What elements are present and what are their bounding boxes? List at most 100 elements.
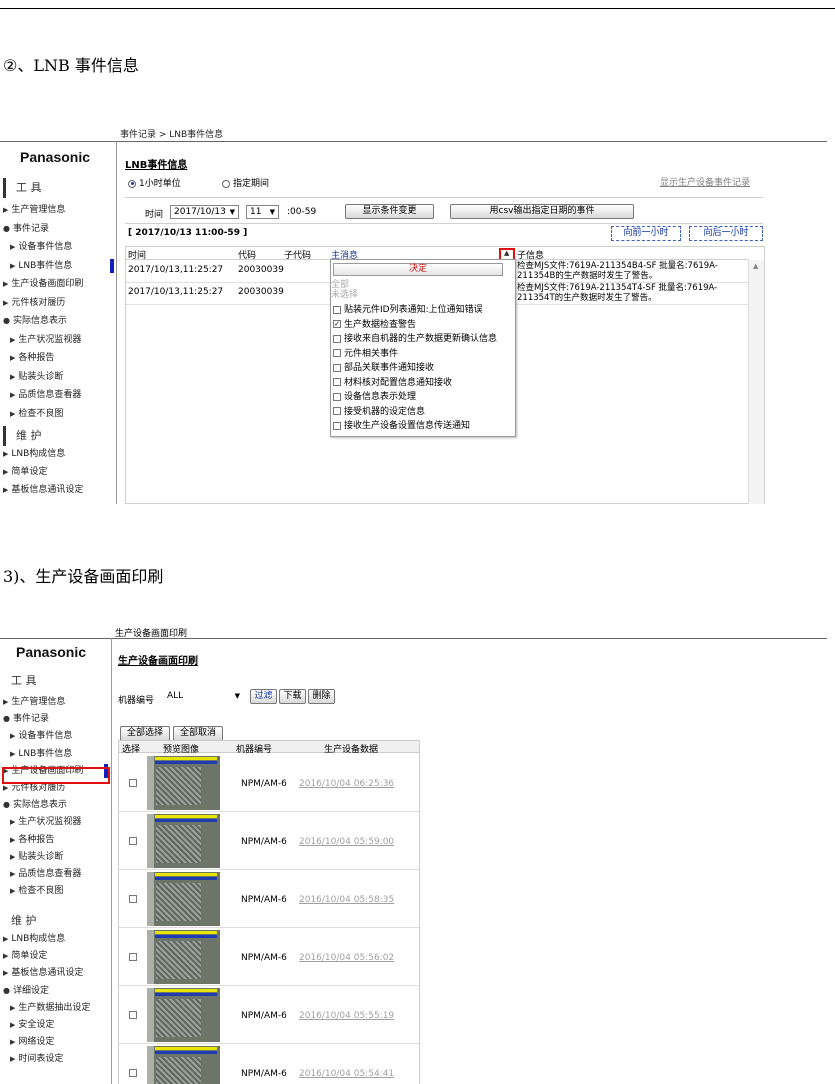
previous-hour-button[interactable]: 向前一小时 [611,226,681,241]
col-header-machine: 机器编号 [236,745,273,755]
hour-select[interactable]: 11 ▼ [246,205,279,219]
sidebar-item[interactable]: ▶ 检查不良图 [0,884,63,898]
filter-option[interactable]: 材料核对配置信息通知接收 [333,375,452,388]
filter-option[interactable]: 元件相关事件 [333,346,398,359]
row-checkbox[interactable] [129,1011,137,1019]
checkbox[interactable] [333,378,341,386]
sidebar-item[interactable]: ▶ 贴装头诊断 [0,850,63,864]
sidebar-item[interactable]: ▶ LNB事件信息 [0,259,72,273]
section-heading-print: 3)、生产设备画面印刷 [3,567,164,586]
radio-period-dot[interactable] [222,179,230,188]
filter-option[interactable]: ✓ 生产数据检查警告 [333,317,416,330]
next-hour-button[interactable]: 向后一小时 [689,226,763,241]
sidebar-item[interactable]: ● 实际信息表示 [0,314,67,328]
equipment-data-link[interactable]: 2016/10/04 05:59:00 [299,837,394,847]
checkbox[interactable] [333,349,341,357]
sidebar-item[interactable]: ▶ 安全设定 [0,1018,54,1032]
sidebar-item[interactable]: ● 实际信息表示 [0,798,67,812]
row-checkbox[interactable] [129,895,137,903]
preview-thumbnail[interactable] [147,988,220,1042]
checkbox[interactable] [333,305,341,314]
equipment-data-link[interactable]: 2016/10/04 05:55:19 [299,1011,394,1021]
sidebar-item[interactable]: ▶ LNB构成信息 [0,447,65,461]
sidebar-item[interactable]: ▶ 生产状况监视器 [0,333,81,347]
sidebar-item[interactable]: ▶ 品质信息查看器 [0,867,81,881]
page-top-rule [0,8,835,9]
equipment-data-link[interactable]: 2016/10/04 05:54:41 [299,1069,394,1079]
triangle-right-icon: ▶ [3,468,9,476]
filter-option[interactable]: 部品关联事件通知接收 [333,360,434,373]
sidebar-item[interactable]: ▶ 生产数据抽出设定 [0,1001,90,1015]
filter-option[interactable]: 设备信息表示处理 [333,389,416,402]
radio-hourly[interactable]: 1小时单位 [128,176,181,189]
sidebar-item[interactable]: ● 事件记录 [0,222,49,236]
sidebar-item[interactable]: ▶ 基板信息通讯设定 [0,483,83,497]
cell-machine: NPM/AM-6 [241,1069,287,1079]
sidebar-item[interactable]: ● 详细设定 [0,984,49,998]
filter-button[interactable]: 过滤 [250,689,277,704]
preview-thumbnail[interactable] [147,872,220,926]
radio-period[interactable]: 指定期间 [222,176,269,189]
sidebar-item[interactable]: ▶ 简单设定 [0,949,47,963]
sidebar-item[interactable]: ▶ LNB事件信息 [0,747,72,761]
table-scrollbar[interactable]: ▲ [748,260,764,504]
sidebar-item[interactable]: ▶ 品质信息查看器 [0,388,81,402]
decide-button[interactable]: 决定 [333,263,503,276]
unselect-option[interactable]: 未选择 [331,287,358,300]
csv-export-button[interactable]: 用csv输出指定日期的事件 [450,204,634,219]
row-checkbox[interactable] [129,1069,137,1077]
sidebar-item[interactable]: ▶ 时间表设定 [0,1052,63,1066]
sidebar-item[interactable]: ● 事件记录 [0,712,49,726]
row-checkbox[interactable] [129,953,137,961]
change-conditions-button[interactable]: 显示条件变更 [345,204,434,219]
sidebar-item[interactable]: ▶ 生产状况监视器 [0,815,81,829]
sidebar-item[interactable]: ▶ 贴装头诊断 [0,370,63,384]
checkbox[interactable] [333,363,341,372]
sidebar-item[interactable]: ▶ 基板信息通讯设定 [0,966,83,980]
radio-hourly-dot[interactable] [128,179,136,188]
equipment-data-link[interactable]: 2016/10/04 05:58:35 [299,895,394,905]
sidebar-item[interactable]: ▶ 简单设定 [0,465,47,479]
sidebar-item[interactable]: ▶ LNB构成信息 [0,932,65,946]
preview-thumbnail[interactable] [147,814,220,868]
sidebar-item[interactable]: ▶ 各种报告 [0,351,54,365]
checkbox[interactable] [333,334,341,343]
sidebar-item[interactable]: ▶ 生产管理信息 [0,203,65,217]
filter-option[interactable]: 接受机器的设定信息 [333,404,425,417]
checkbox[interactable]: ✓ [333,320,341,328]
sidebar-item-label: 生产状况监视器 [18,334,82,345]
preview-thumbnail[interactable] [147,756,220,810]
sidebar-item[interactable]: ▶ 设备事件信息 [0,240,72,254]
sidebar-item[interactable]: ▶ 生产设备画面印刷 [0,277,83,291]
delete-button[interactable]: 删除 [308,689,335,704]
sidebar-item-label: 各种报告 [18,834,55,845]
sidebar-item[interactable]: ▶ 生产管理信息 [0,695,65,709]
sort-arrow-icon[interactable]: ▲ [504,249,509,257]
date-select[interactable]: 2017/10/13 ▼ [170,205,239,219]
row-checkbox[interactable] [129,837,137,845]
sidebar-item[interactable]: ▶ 设备事件信息 [0,729,72,743]
row-checkbox[interactable] [129,779,137,787]
sidebar-group-maintenance: 维 护 [11,914,37,927]
sidebar-item[interactable]: ▶ 检查不良图 [0,407,63,421]
equipment-data-link[interactable]: 2016/10/04 05:56:02 [299,953,394,963]
clear-all-button[interactable]: 全部取消 [173,726,223,741]
sidebar-item[interactable]: ▶ 网络设定 [0,1035,54,1049]
sidebar-item[interactable]: ▶ 元件核对履历 [0,296,65,310]
scroll-up-icon[interactable]: ▲ [753,262,758,270]
select-all-button[interactable]: 全部选择 [120,726,170,741]
sidebar-item[interactable]: ▶ 各种报告 [0,833,54,847]
filter-option[interactable]: 接收来自机器的生产数据更新确认信息 [333,331,497,344]
download-button[interactable]: 下载 [279,689,306,704]
filter-option[interactable]: 接收生产设备设置信息传送通知 [333,418,470,431]
checkbox[interactable] [333,421,341,430]
preview-thumbnail[interactable] [147,930,220,984]
checkbox[interactable] [333,407,341,415]
machine-select[interactable]: ALL ▼ [164,690,243,704]
preview-thumbnail[interactable] [147,1046,220,1084]
equipment-data-link[interactable]: 2016/10/04 06:25:36 [299,779,394,789]
show-equipment-events-link[interactable]: 显示生产设备事件记录 [660,175,750,188]
filter-option[interactable]: 贴装元件ID列表通知:上位通知错误 [333,302,483,315]
sidebar-group-tools: 工 具 [11,674,37,687]
checkbox[interactable] [333,392,341,401]
